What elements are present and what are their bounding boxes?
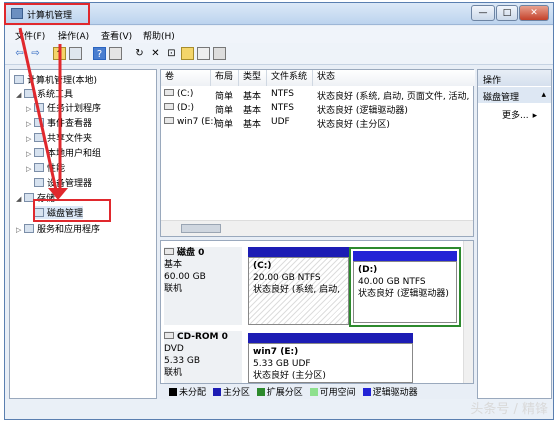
- annotation-arrow: [18, 27, 68, 200]
- watermark-text: 头条号 / 精锋: [470, 402, 548, 417]
